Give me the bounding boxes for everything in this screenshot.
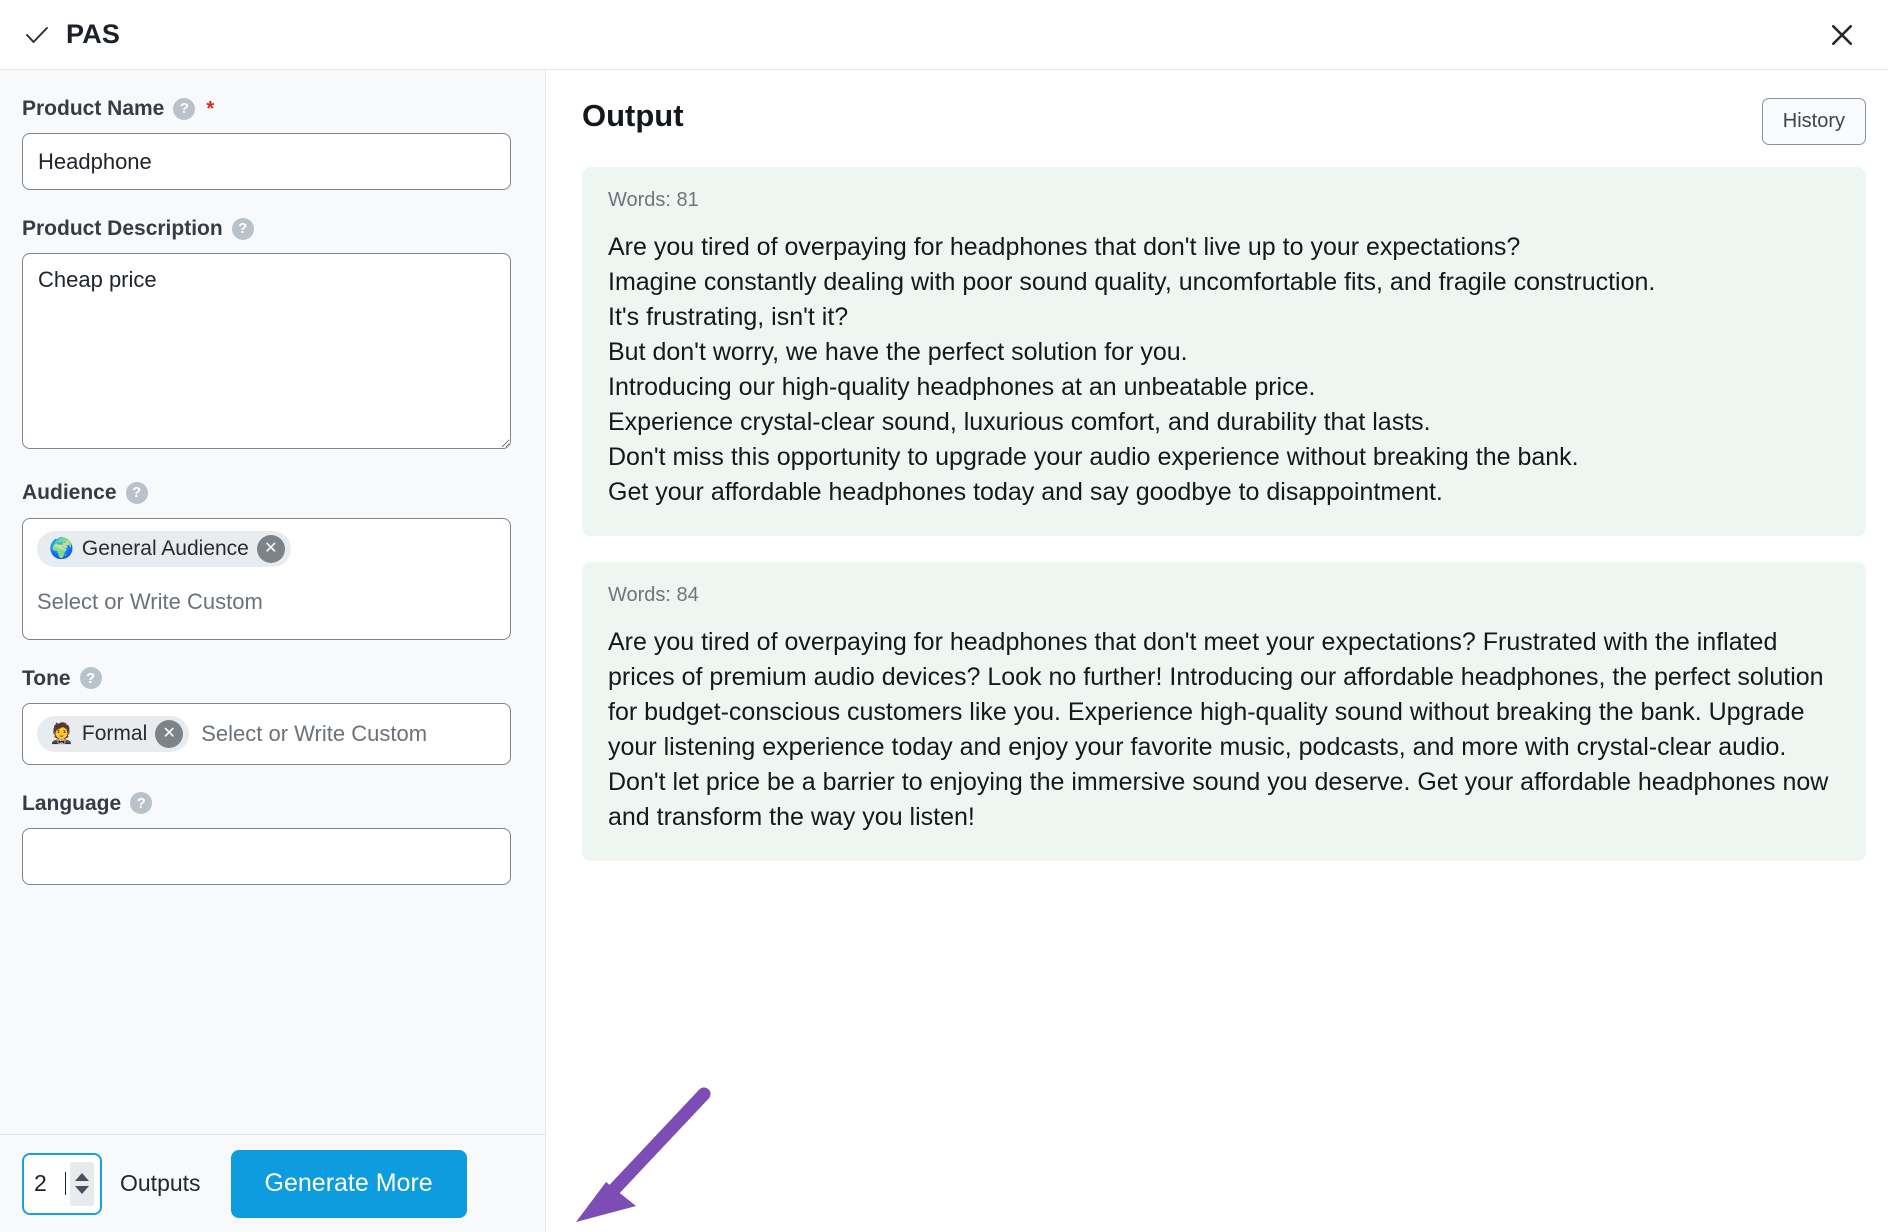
text-caret bbox=[65, 1172, 66, 1195]
audience-label-row: Audience ? bbox=[22, 480, 511, 505]
tone-placeholder[interactable]: Select or Write Custom bbox=[201, 721, 427, 747]
product-description-label: Product Description bbox=[22, 217, 223, 241]
question-mark-icon[interactable]: ? bbox=[79, 667, 102, 690]
audience-multiselect[interactable]: 🌍 General Audience ✕ Select or Write Cus… bbox=[22, 517, 511, 640]
form-action-bar: 2 Outputs Generate More bbox=[0, 1134, 545, 1232]
chevron-down-icon[interactable] bbox=[75, 1186, 89, 1194]
tone-chip-formal[interactable]: 🤵 Formal ✕ bbox=[37, 715, 190, 752]
word-count-badge: Words: 81 bbox=[608, 189, 699, 211]
product-name-input[interactable] bbox=[22, 133, 511, 191]
person-in-tuxedo-icon: 🤵 bbox=[49, 722, 74, 745]
generate-more-button[interactable]: Generate More bbox=[230, 1149, 467, 1218]
titlebar-left-group: PAS bbox=[22, 19, 120, 50]
question-mark-icon[interactable]: ? bbox=[231, 217, 254, 240]
globe-icon: 🌍 bbox=[49, 537, 74, 560]
word-count-badge: Words: 84 bbox=[608, 584, 699, 606]
output-card-text: Are you tired of overpaying for headphon… bbox=[608, 233, 1656, 506]
output-header: Output History bbox=[582, 98, 1866, 145]
history-button[interactable]: History bbox=[1761, 98, 1866, 145]
question-mark-icon[interactable]: ? bbox=[130, 792, 153, 815]
outputs-label: Outputs bbox=[120, 1170, 201, 1196]
field-product-description: Product Description ? bbox=[22, 216, 511, 454]
product-name-label: Product Name bbox=[22, 97, 165, 120]
close-icon[interactable] bbox=[1822, 15, 1862, 55]
audience-chip-general-audience[interactable]: 🌍 General Audience ✕ bbox=[37, 530, 291, 567]
output-panel: Output History Words: 81 Are you tired o… bbox=[546, 70, 1888, 1232]
input-form-panel: Product Name ? * Product Description ? bbox=[0, 70, 546, 1232]
field-tone: Tone ? 🤵 Formal ✕ Select or Write Custom bbox=[22, 666, 511, 765]
tone-label: Tone bbox=[22, 666, 71, 690]
main-body: Product Name ? * Product Description ? bbox=[0, 70, 1888, 1232]
check-icon bbox=[22, 20, 52, 50]
remove-chip-icon[interactable]: ✕ bbox=[155, 719, 184, 748]
language-label-row: Language ? bbox=[22, 791, 511, 816]
remove-chip-icon[interactable]: ✕ bbox=[256, 534, 285, 563]
quantity-stepper[interactable] bbox=[70, 1161, 94, 1206]
tone-label-row: Tone ? bbox=[22, 666, 511, 691]
required-asterisk: * bbox=[206, 97, 215, 120]
question-mark-icon[interactable]: ? bbox=[173, 97, 196, 120]
field-language: Language ? bbox=[22, 791, 511, 885]
language-select[interactable] bbox=[22, 827, 511, 885]
outputs-count-value[interactable]: 2 bbox=[34, 1170, 60, 1197]
window-titlebar: PAS bbox=[0, 0, 1888, 70]
audience-label: Audience bbox=[22, 481, 117, 505]
field-audience: Audience ? 🌍 General Audience ✕ Select o… bbox=[22, 480, 511, 640]
form-scroll-area[interactable]: Product Name ? * Product Description ? bbox=[0, 70, 545, 1134]
tone-chip-label: Formal bbox=[81, 721, 148, 745]
output-card-text: Are you tired of overpaying for headphon… bbox=[608, 628, 1829, 831]
field-product-name: Product Name ? * bbox=[22, 96, 511, 191]
product-description-textarea[interactable] bbox=[22, 253, 511, 450]
pas-generator-window: PAS Product Name ? * Headphone Product D… bbox=[0, 0, 1888, 1232]
audience-chip-label: General Audience bbox=[81, 536, 249, 560]
audience-placeholder[interactable]: Select or Write Custom bbox=[37, 589, 496, 615]
language-label: Language bbox=[22, 791, 122, 815]
product-name-label-row: Product Name ? * bbox=[22, 96, 511, 121]
outputs-count-field[interactable]: 2 bbox=[22, 1152, 102, 1215]
product-description-label-row: Product Description ? bbox=[22, 216, 511, 241]
question-mark-icon[interactable]: ? bbox=[125, 481, 148, 504]
tone-multiselect[interactable]: 🤵 Formal ✕ Select or Write Custom bbox=[22, 702, 511, 765]
output-card[interactable]: Words: 84 Are you tired of overpaying fo… bbox=[582, 562, 1866, 861]
page-title: PAS bbox=[66, 19, 121, 49]
output-title: Output bbox=[582, 98, 684, 133]
output-card[interactable]: Words: 81 Are you tired of overpaying fo… bbox=[582, 167, 1866, 536]
chevron-up-icon[interactable] bbox=[75, 1173, 89, 1181]
